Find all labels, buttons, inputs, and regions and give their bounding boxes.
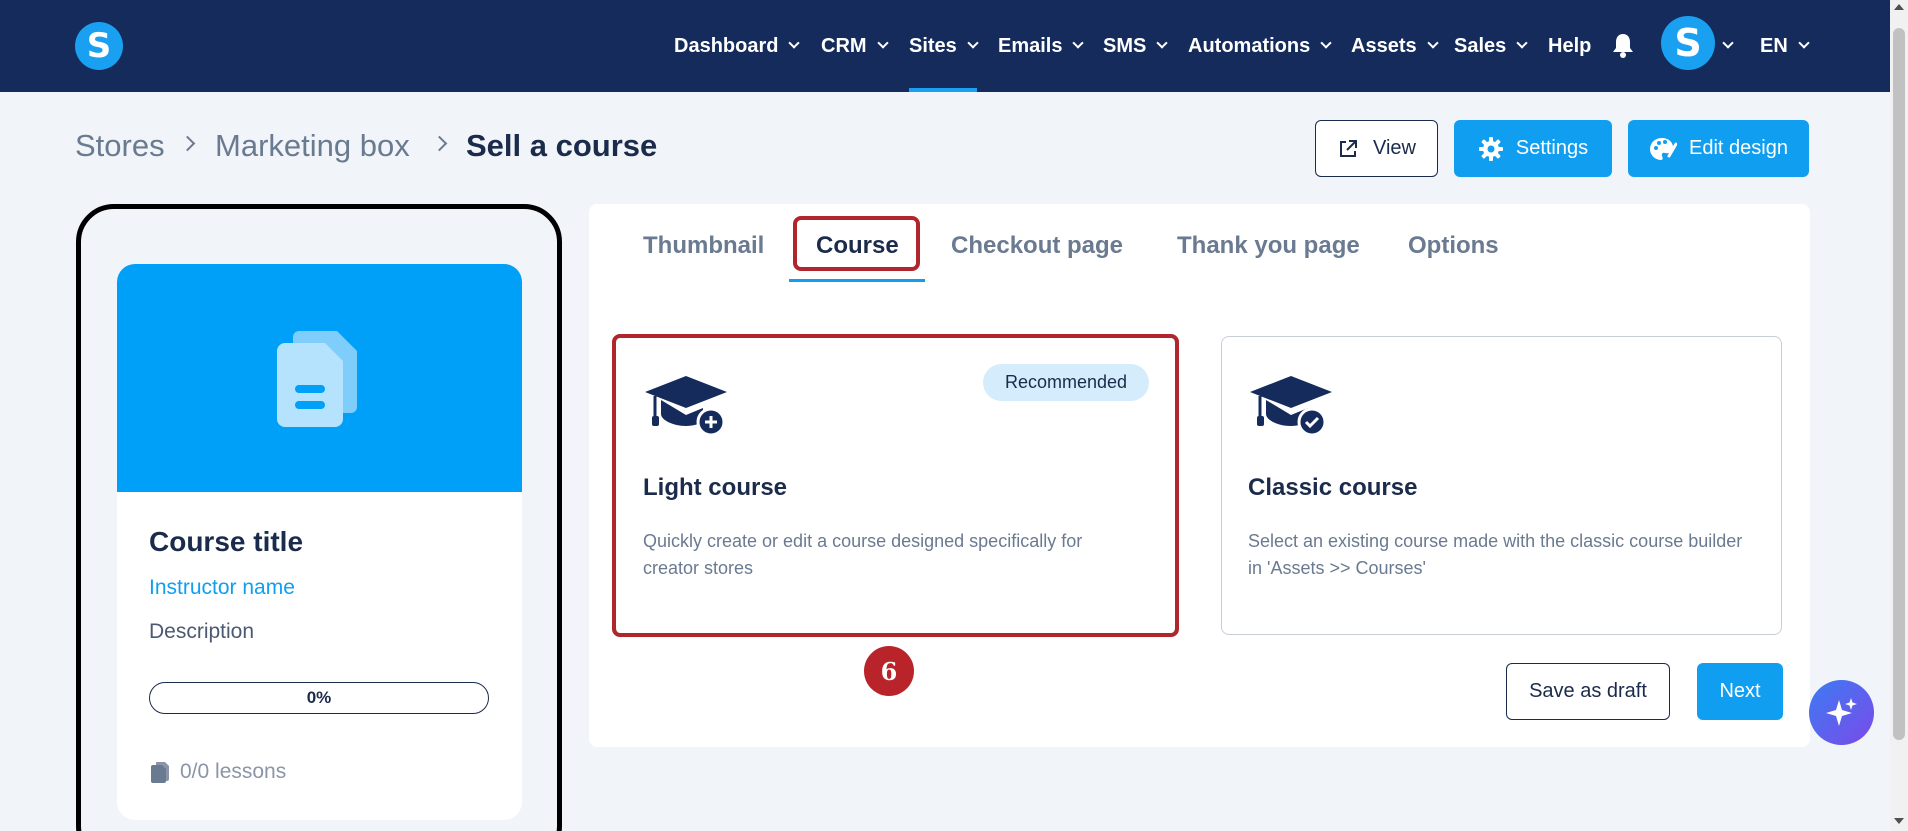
save-as-draft-button[interactable]: Save as draft [1506, 663, 1670, 720]
chevron-right-icon [179, 135, 196, 152]
nav-automations-label: Automations [1188, 34, 1311, 57]
sparkle-icon [1825, 697, 1857, 726]
palette-icon [1650, 137, 1678, 160]
breadcrumb-stores[interactable]: Stores [75, 128, 165, 164]
edit-design-button-label: Edit design [1689, 137, 1788, 159]
active-tab-underline [789, 279, 925, 282]
scrollbar-thumb[interactable] [1893, 28, 1905, 740]
course-title: Course title [149, 526, 304, 557]
edit-design-button[interactable]: Edit design [1628, 120, 1809, 177]
top-navbar: S Dashboard CRM Sites Emails SMS Automat… [0, 0, 1890, 92]
tab-options[interactable]: Options [1408, 232, 1499, 260]
breadcrumb-marketing-box[interactable]: Marketing box [215, 128, 410, 164]
tab-course-highlight [793, 216, 920, 271]
nav-sales[interactable]: Sales [1454, 0, 1528, 92]
view-button[interactable]: View [1315, 120, 1438, 177]
chevron-down-icon [1798, 37, 1810, 49]
progress-label: 0% [306, 688, 332, 707]
chevron-right-icon [431, 135, 448, 152]
user-avatar[interactable]: S [1661, 16, 1715, 70]
gear-icon [1478, 136, 1503, 161]
next-button-label: Next [1719, 680, 1761, 702]
documents-icon [277, 331, 357, 427]
nav-active-indicator [909, 88, 977, 92]
light-course-highlight [612, 334, 1179, 637]
page-title: Sell a course [466, 128, 658, 163]
nav-sales-label: Sales [1454, 34, 1507, 57]
classic-course-title: Classic course [1248, 474, 1418, 501]
chevron-down-icon [876, 37, 889, 49]
chevron-down-icon [1426, 37, 1439, 49]
lessons-count: 0/0 lessons [180, 760, 287, 783]
settings-button-label: Settings [1515, 137, 1589, 159]
nav-emails[interactable]: Emails [998, 0, 1085, 92]
graduation-cap-check-icon [1250, 376, 1332, 436]
external-link-icon [1340, 139, 1357, 157]
nav-sites-label: Sites [909, 34, 957, 57]
language-selector[interactable]: EN [1760, 0, 1810, 92]
tab-thank-you-page[interactable]: Thank you page [1177, 232, 1360, 260]
nav-dashboard-label: Dashboard [674, 34, 779, 57]
nav-sms-label: SMS [1103, 34, 1147, 57]
scroll-down-arrow[interactable] [1894, 818, 1904, 824]
nav-assets[interactable]: Assets [1351, 0, 1439, 92]
course-preview-card: Course title Instructor name Description… [117, 264, 522, 820]
language-label: EN [1760, 34, 1788, 57]
chevron-down-icon [1320, 37, 1332, 49]
progress-bar: 0% [149, 682, 489, 714]
nav-dashboard[interactable]: Dashboard [674, 0, 801, 92]
chevron-down-icon [1156, 37, 1169, 49]
app-logo[interactable]: S [75, 22, 123, 70]
lessons-icon [151, 762, 169, 783]
nav-automations[interactable]: Automations [1188, 0, 1332, 92]
chevron-down-icon [1072, 37, 1085, 49]
scroll-up-arrow[interactable] [1894, 4, 1904, 10]
avatar-menu-toggle[interactable] [1722, 0, 1734, 92]
nav-sms[interactable]: SMS [1103, 0, 1169, 92]
nav-emails-label: Emails [998, 34, 1063, 57]
nav-crm[interactable]: CRM [821, 0, 889, 92]
nav-crm-label: CRM [821, 34, 867, 57]
nav-sites[interactable]: Sites [909, 0, 979, 92]
chevron-down-icon [967, 37, 979, 49]
course-thumbnail [117, 264, 522, 492]
nav-help-label: Help [1548, 34, 1592, 57]
chevron-down-icon [1722, 37, 1734, 49]
save-as-draft-label: Save as draft [1529, 680, 1647, 702]
step-number-marker: 6 [864, 646, 914, 696]
chevron-down-icon [1516, 37, 1528, 49]
settings-button[interactable]: Settings [1454, 120, 1612, 177]
view-button-label: View [1373, 137, 1416, 159]
course-description: Description [149, 620, 255, 643]
bell-icon[interactable] [1612, 32, 1634, 58]
nav-help[interactable]: Help [1548, 0, 1591, 92]
classic-course-description: Select an existing course made with the … [1248, 531, 1743, 578]
nav-assets-label: Assets [1351, 34, 1417, 57]
instructor-name: Instructor name [149, 576, 295, 599]
chevron-down-icon [788, 37, 801, 49]
tab-checkout-page[interactable]: Checkout page [951, 232, 1123, 260]
ai-assistant-button[interactable] [1809, 680, 1874, 745]
tab-thumbnail[interactable]: Thumbnail [643, 232, 764, 260]
next-button[interactable]: Next [1697, 663, 1783, 720]
